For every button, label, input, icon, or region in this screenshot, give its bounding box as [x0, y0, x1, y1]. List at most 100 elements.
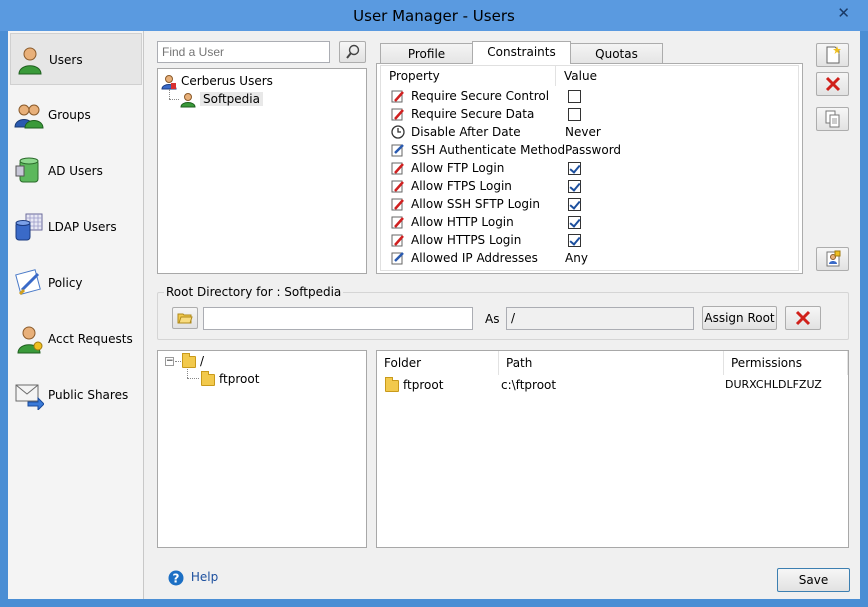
- edit-icon: [391, 108, 404, 121]
- property-name: Allow SSH SFTP Login: [411, 197, 540, 211]
- tree-root-cerberus-users[interactable]: Cerberus Users: [161, 72, 273, 90]
- tree-connector: [187, 378, 199, 379]
- tab-profile[interactable]: Profile: [380, 43, 473, 64]
- search-button[interactable]: [339, 41, 366, 63]
- property-value[interactable]: Password: [565, 141, 621, 159]
- property-name: Require Secure Control: [411, 89, 550, 103]
- tree-item-softpedia[interactable]: Softpedia: [180, 90, 263, 108]
- pencil-note-icon: [391, 144, 404, 157]
- tab-label: Profile: [407, 47, 446, 61]
- help-link[interactable]: ? Help: [168, 568, 218, 586]
- property-value[interactable]: Never: [565, 123, 601, 141]
- ad-database-icon: [15, 157, 39, 183]
- assign-root-button[interactable]: Assign Root: [702, 306, 777, 330]
- constraint-row[interactable]: Require Secure Control: [381, 87, 801, 105]
- sidebar-item-ldap-users[interactable]: LDAP Users: [10, 201, 142, 253]
- allow-ftps-login-checkbox[interactable]: [568, 180, 581, 193]
- open-folder-icon: [177, 313, 193, 324]
- permissions-cell: DURXCHLDLFZUZ: [725, 378, 822, 391]
- tree-item-ftproot[interactable]: ftproot: [201, 370, 259, 388]
- property-name: Require Secure Data: [411, 107, 535, 121]
- delete-icon: [825, 76, 840, 92]
- user-icon: [18, 47, 42, 75]
- sidebar-item-label: Users: [49, 53, 83, 67]
- tab-constraints[interactable]: Constraints: [472, 41, 571, 64]
- property-value[interactable]: Any: [565, 249, 588, 267]
- sidebar-item-ad-users[interactable]: AD Users: [10, 145, 142, 197]
- constraint-row[interactable]: Allowed IP Addresses Any: [381, 249, 801, 267]
- sidebar-item-policy[interactable]: Policy: [10, 257, 142, 309]
- folders-table: Folder Path Permissions ftproot c:\ftpro…: [376, 350, 849, 548]
- tab-quotas[interactable]: Quotas: [570, 43, 663, 64]
- collapse-toggle-icon[interactable]: −: [165, 357, 174, 366]
- policy-icon: [15, 269, 41, 296]
- save-button[interactable]: Save: [777, 568, 850, 592]
- sidebar: Users Groups AD Users LDAP Users Policy …: [8, 31, 144, 599]
- constraint-row[interactable]: Allow HTTPS Login: [381, 231, 801, 249]
- copy-user-button[interactable]: [816, 107, 849, 131]
- help-label: Help: [190, 570, 219, 584]
- sidebar-item-label: Groups: [48, 108, 91, 122]
- constraint-row[interactable]: Require Secure Data: [381, 105, 801, 123]
- title-bar: User Manager - Users ✕: [0, 0, 868, 31]
- tree-item-label: ftproot: [219, 372, 260, 386]
- tree-connector: [169, 99, 179, 100]
- folder-cell: ftproot: [385, 376, 443, 394]
- edit-icon: [391, 162, 404, 175]
- tab-label: Constraints: [487, 45, 556, 59]
- column-header-permissions[interactable]: Permissions: [724, 351, 848, 375]
- require-secure-control-checkbox[interactable]: [568, 90, 581, 103]
- edit-icon: [391, 180, 404, 193]
- find-user-input[interactable]: [157, 41, 330, 63]
- column-header-value[interactable]: Value: [556, 66, 799, 86]
- property-name: Allow FTPS Login: [411, 179, 512, 193]
- allow-http-login-checkbox[interactable]: [568, 216, 581, 229]
- column-header-property[interactable]: Property: [381, 66, 556, 86]
- users-root-icon: [161, 74, 177, 89]
- allow-https-login-checkbox[interactable]: [568, 234, 581, 247]
- tree-item-root-folder[interactable]: /: [182, 352, 204, 370]
- user-properties-button[interactable]: [816, 247, 849, 271]
- clock-icon: [391, 125, 405, 139]
- sidebar-item-label: Acct Requests: [48, 332, 133, 346]
- search-icon: [345, 44, 359, 59]
- directory-tree: − / ftproot: [157, 350, 367, 548]
- property-name: SSH Authenticate Method: [411, 143, 566, 157]
- constraint-row[interactable]: Allow HTTP Login: [381, 213, 801, 231]
- constraints-panel: Property Value Require Secure Control Re…: [376, 63, 803, 274]
- browse-folder-button[interactable]: [172, 307, 198, 329]
- allow-ssh-sftp-login-checkbox[interactable]: [568, 198, 581, 211]
- remove-root-button[interactable]: [785, 306, 821, 330]
- constraint-row[interactable]: Allow FTPS Login: [381, 177, 801, 195]
- require-secure-data-checkbox[interactable]: [568, 108, 581, 121]
- folder-icon: [201, 370, 215, 386]
- property-name: Allow HTTP Login: [411, 215, 514, 229]
- property-name: Allowed IP Addresses: [411, 251, 538, 265]
- sidebar-item-label: Public Shares: [48, 388, 129, 402]
- property-name: Allow FTP Login: [411, 161, 505, 175]
- constraint-row[interactable]: Allow FTP Login: [381, 159, 801, 177]
- allow-ftp-login-checkbox[interactable]: [568, 162, 581, 175]
- mail-share-icon: [15, 384, 44, 410]
- constraint-row[interactable]: SSH Authenticate Method Password: [381, 141, 801, 159]
- sidebar-item-acct-requests[interactable]: Acct Requests: [10, 313, 142, 365]
- path-cell: c:\ftproot: [501, 378, 557, 392]
- column-header-folder[interactable]: Folder: [377, 351, 499, 375]
- sidebar-item-users[interactable]: Users: [10, 33, 142, 85]
- folder-name: ftproot: [403, 378, 444, 392]
- root-path-input[interactable]: [203, 307, 473, 330]
- new-user-button[interactable]: [816, 43, 849, 67]
- constraint-row[interactable]: Disable After Date Never: [381, 123, 801, 141]
- sidebar-item-groups[interactable]: Groups: [10, 89, 142, 141]
- new-document-icon: [826, 46, 841, 64]
- window-title: User Manager - Users: [353, 7, 515, 25]
- svg-text:?: ?: [173, 571, 180, 585]
- as-path-field[interactable]: /: [506, 307, 694, 330]
- close-icon[interactable]: ✕: [837, 4, 850, 22]
- delete-user-button[interactable]: [816, 72, 849, 96]
- root-directory-title: Root Directory for : Softpedia: [164, 285, 344, 299]
- column-header-path[interactable]: Path: [499, 351, 724, 375]
- constraint-row[interactable]: Allow SSH SFTP Login: [381, 195, 801, 213]
- sidebar-item-public-shares[interactable]: Public Shares: [10, 369, 142, 421]
- sidebar-item-label: AD Users: [48, 164, 103, 178]
